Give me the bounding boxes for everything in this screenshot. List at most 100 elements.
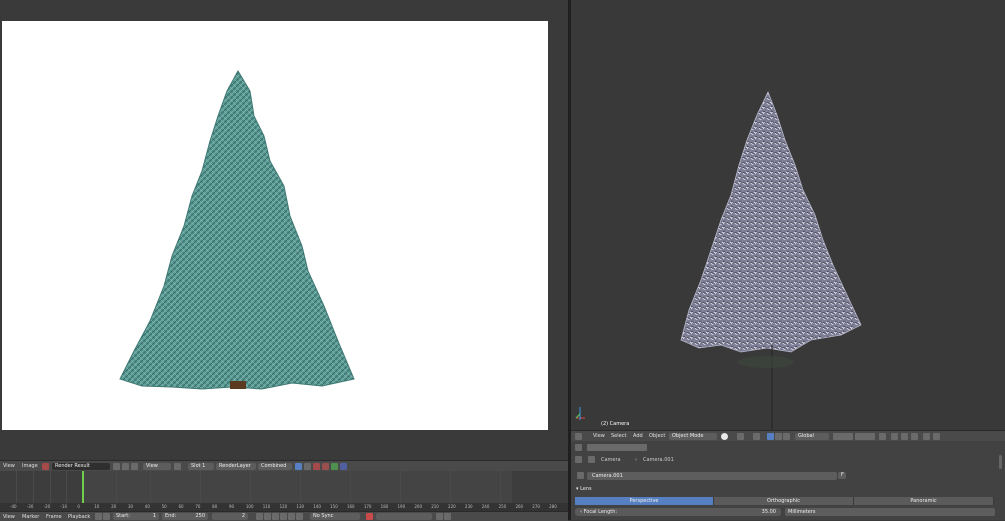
shading-icon[interactable] (721, 433, 728, 440)
timeline-frame-range (82, 471, 512, 503)
insert-keyframe-icon[interactable] (436, 513, 443, 520)
menu-add[interactable]: Add (633, 433, 643, 439)
menu-view[interactable]: View (3, 463, 15, 469)
fake-user-button[interactable]: F (838, 472, 846, 479)
pin-icon[interactable] (131, 463, 138, 470)
alpha-icon[interactable] (304, 463, 311, 470)
menu-view[interactable]: View (3, 514, 15, 520)
sync-dropdown[interactable]: No Sync (310, 513, 360, 520)
tab-perspective[interactable]: Perspective (575, 497, 714, 505)
focal-length-label: Focal Length: (583, 509, 618, 515)
grid-line (450, 471, 451, 503)
grid-line (350, 471, 351, 503)
play-reverse-icon[interactable] (272, 513, 279, 520)
3d-viewport[interactable]: (2) Camera (571, 0, 1005, 430)
render-result-canvas[interactable] (2, 21, 548, 430)
green-icon[interactable] (331, 463, 338, 470)
ruler-tick: 130 (296, 504, 305, 509)
image-icon[interactable] (42, 463, 49, 470)
grid-line (200, 471, 201, 503)
menu-playback[interactable]: Playback (68, 514, 90, 520)
menu-image[interactable]: Image (22, 463, 38, 469)
ruler-tick: 70 (195, 504, 201, 509)
mode-dropdown[interactable]: Object Mode (669, 433, 717, 440)
jump-end-icon[interactable] (296, 513, 303, 520)
grid-line (50, 471, 51, 503)
current-frame-field[interactable]: 2 (212, 513, 248, 520)
manipulator-icon[interactable] (753, 433, 760, 440)
pin-icon[interactable] (575, 456, 582, 463)
play-icon[interactable] (280, 513, 287, 520)
jump-start-icon[interactable] (256, 513, 263, 520)
editor-type-icon[interactable] (575, 433, 582, 440)
lens-panel-header[interactable]: ▾ Lens (576, 486, 592, 492)
snap-target-icon[interactable] (911, 433, 918, 440)
timeline-icon[interactable] (95, 513, 102, 520)
context-tabs[interactable] (587, 444, 647, 451)
red-icon[interactable] (322, 463, 329, 470)
ruler-tick: 140 (313, 504, 321, 509)
tab-panoramic[interactable]: Panoramic (854, 497, 994, 505)
menu-view[interactable]: View (593, 433, 605, 439)
blue-icon[interactable] (340, 463, 347, 470)
color-alpha-icon[interactable] (295, 463, 302, 470)
breadcrumb-object: Camera (601, 457, 621, 463)
view-dropdown[interactable]: View (143, 463, 171, 470)
ruler-tick: -20 (43, 504, 51, 509)
pivot-icon[interactable] (737, 433, 744, 440)
camera-data-icon[interactable] (577, 472, 584, 479)
menu-select[interactable]: Select (611, 433, 626, 439)
open-image-icon[interactable] (122, 463, 129, 470)
menu-frame[interactable]: Frame (46, 514, 62, 520)
menu-object[interactable]: Object (649, 433, 665, 439)
start-frame-field[interactable]: Start: 1 (113, 513, 159, 520)
end-frame-field[interactable]: End: 250 (162, 513, 208, 520)
orientation-dropdown[interactable]: Global (795, 433, 829, 440)
prev-keyframe-icon[interactable] (264, 513, 271, 520)
render-icon[interactable] (923, 433, 930, 440)
ruler-tick: 50 (161, 504, 167, 509)
keying-set-field[interactable] (376, 513, 432, 520)
ruler-tick: 250 (498, 504, 507, 509)
scale-icon[interactable] (783, 433, 790, 440)
ruler-tick: 260 (515, 504, 524, 509)
ruler-tick: 170 (363, 504, 372, 509)
ruler-tick: 60 (178, 504, 184, 509)
rotate-icon[interactable] (775, 433, 782, 440)
record-icon[interactable] (366, 513, 373, 520)
render-pass-dropdown[interactable]: Combined (258, 463, 292, 470)
tab-orthographic[interactable]: Orthographic (714, 497, 854, 505)
new-image-icon[interactable] (113, 463, 120, 470)
ruler-tick: 150 (330, 504, 338, 509)
focal-length-value: 35.00 (761, 509, 776, 515)
ruler-tick: 190 (397, 504, 406, 509)
scrollbar[interactable] (999, 455, 1002, 469)
ruler-tick: 80 (212, 504, 218, 509)
render-anim-icon[interactable] (933, 433, 940, 440)
scene-icon[interactable] (588, 456, 595, 463)
focal-length-field[interactable]: ‹ Focal Length: 35.00 (575, 508, 781, 516)
preview-range-icon[interactable] (103, 513, 110, 520)
red-channel-icon[interactable] (313, 463, 320, 470)
layers-icon[interactable] (833, 433, 853, 440)
layers-icon-2[interactable] (855, 433, 875, 440)
chevron-right-icon: › (635, 457, 637, 463)
image-name-field[interactable]: Render Result (52, 463, 110, 470)
next-keyframe-icon[interactable] (288, 513, 295, 520)
lock-icon[interactable] (879, 433, 886, 440)
properties-type-icon[interactable] (575, 444, 582, 451)
menu-marker[interactable]: Marker (22, 514, 39, 520)
ruler-tick: 0 (77, 504, 80, 509)
slot-dropdown[interactable]: Slot 1 (188, 463, 214, 470)
grid-line (150, 471, 151, 503)
proportional-edit-icon[interactable] (891, 433, 898, 440)
display-channels-icon[interactable] (174, 463, 181, 470)
snap-icon[interactable] (901, 433, 908, 440)
camera-datablock-field[interactable]: Camera.001 (587, 472, 837, 480)
lens-units-dropdown[interactable]: Millimeters (785, 508, 995, 516)
active-object-label: (2) Camera (601, 421, 630, 427)
delete-keyframe-icon[interactable] (444, 513, 451, 520)
translate-icon[interactable] (767, 433, 774, 440)
ruler-tick: 40 (144, 504, 150, 509)
render-layer-dropdown[interactable]: RenderLayer (216, 463, 256, 470)
